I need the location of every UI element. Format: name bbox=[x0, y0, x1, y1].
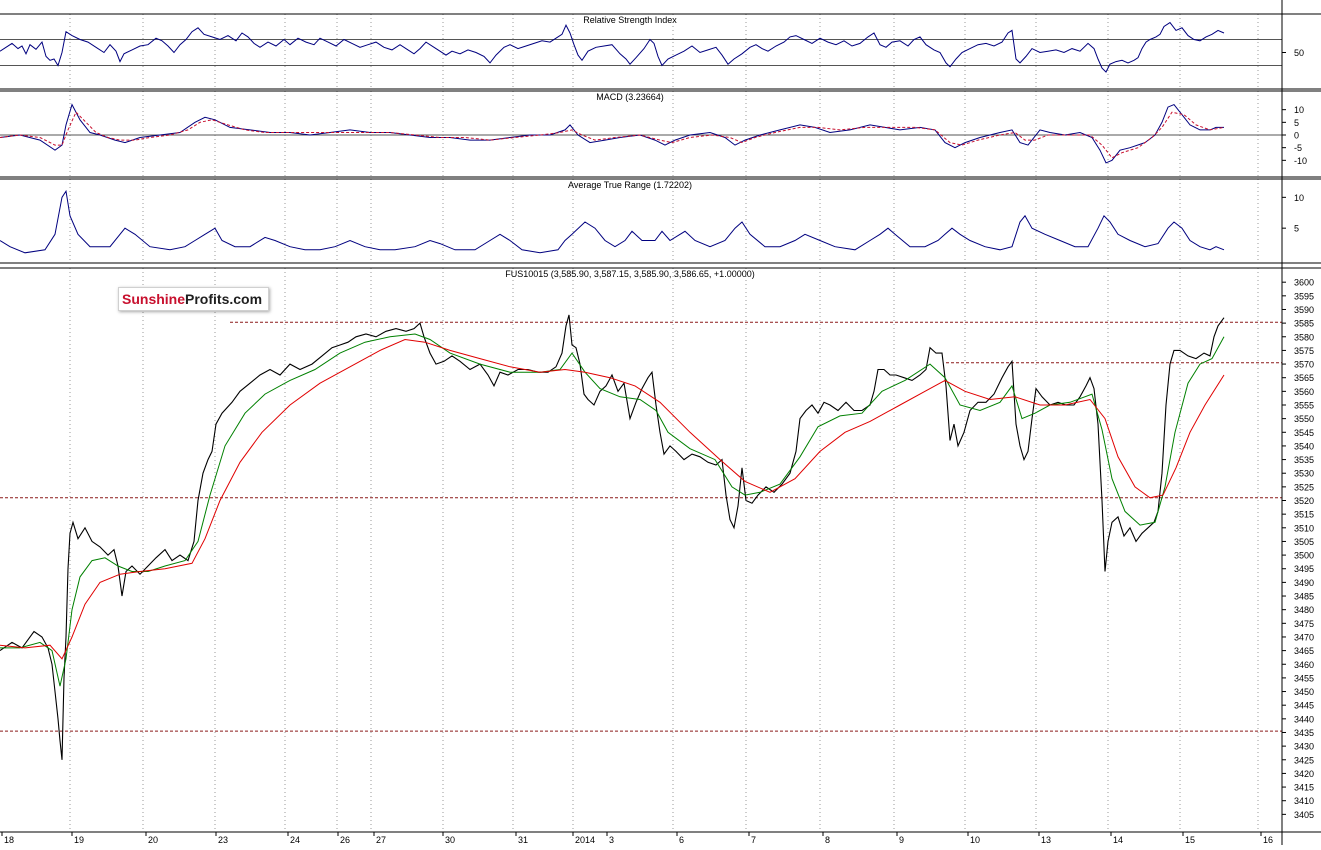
series-line-1 bbox=[0, 314, 1225, 760]
y-tick-label: 3510 bbox=[1294, 523, 1314, 533]
y-tick-label: 3430 bbox=[1294, 742, 1314, 752]
y-tick-label: 3490 bbox=[1294, 578, 1314, 588]
y-tick-label: 3410 bbox=[1294, 796, 1314, 806]
x-tick-label: 6 bbox=[679, 835, 684, 845]
y-tick-label: 3555 bbox=[1294, 400, 1314, 410]
y-tick-label: 3600 bbox=[1294, 278, 1314, 288]
x-tick-label: 13 bbox=[1041, 835, 1051, 845]
panel-title: Relative Strength Index bbox=[583, 15, 677, 25]
panel-title: FUS10015 (3,585.90, 3,587.15, 3,585.90, … bbox=[505, 269, 754, 279]
x-tick-label: 23 bbox=[218, 835, 228, 845]
x-tick-label: 16 bbox=[1263, 835, 1273, 845]
sunshine-profits-logo: Sunshine Profits.com bbox=[118, 287, 270, 311]
y-tick-label: 3420 bbox=[1294, 769, 1314, 779]
panel-title: MACD (3.23664) bbox=[596, 92, 664, 102]
x-tick-label: 31 bbox=[518, 835, 528, 845]
x-tick-label: 27 bbox=[376, 835, 386, 845]
x-tick-label: 9 bbox=[899, 835, 904, 845]
y-tick-label: 3465 bbox=[1294, 646, 1314, 656]
y-tick-label: -10 bbox=[1294, 156, 1307, 166]
y-tick-label: 10 bbox=[1294, 193, 1304, 203]
y-tick-label: 3575 bbox=[1294, 346, 1314, 356]
y-tick-label: 3445 bbox=[1294, 701, 1314, 711]
y-tick-label: 3515 bbox=[1294, 510, 1314, 520]
series-line-2 bbox=[0, 333, 1225, 687]
x-tick-label: 18 bbox=[4, 835, 14, 845]
panel-title: Average True Range (1.72202) bbox=[568, 180, 692, 190]
logo-text-sunshine: Sunshine bbox=[122, 291, 186, 307]
y-tick-label: -5 bbox=[1294, 143, 1302, 153]
y-tick-label: 3580 bbox=[1294, 332, 1314, 342]
y-tick-label: 3425 bbox=[1294, 755, 1314, 765]
y-tick-label: 3520 bbox=[1294, 496, 1314, 506]
y-tick-label: 3535 bbox=[1294, 455, 1314, 465]
series-line-1 bbox=[0, 21, 1225, 73]
x-tick-label: 7 bbox=[751, 835, 756, 845]
chart-root: 50 Relative Strength Index 10 5 0 -5 -10 MACD (… bbox=[0, 0, 1321, 845]
series-line-1 bbox=[0, 103, 1224, 164]
x-tick-label: 30 bbox=[445, 835, 455, 845]
y-tick-label: 3485 bbox=[1294, 592, 1314, 602]
y-tick-label: 3550 bbox=[1294, 414, 1314, 424]
x-tick-label: 26 bbox=[340, 835, 350, 845]
y-tick-label: 3545 bbox=[1294, 428, 1314, 438]
y-tick-label: 3405 bbox=[1294, 810, 1314, 820]
y-tick-label: 3435 bbox=[1294, 728, 1314, 738]
x-tick-label: 3 bbox=[609, 835, 614, 845]
y-tick-label: 3440 bbox=[1294, 714, 1314, 724]
y-tick-label: 3480 bbox=[1294, 605, 1314, 615]
y-tick-label: 3475 bbox=[1294, 619, 1314, 629]
series-line-3 bbox=[0, 338, 1225, 660]
x-tick-label: 14 bbox=[1113, 835, 1123, 845]
y-tick-label: 3585 bbox=[1294, 319, 1314, 329]
y-tick-label: 3505 bbox=[1294, 537, 1314, 547]
y-tick-label: 5 bbox=[1294, 224, 1299, 234]
y-tick-label: 5 bbox=[1294, 118, 1299, 128]
y-tick-label: 3570 bbox=[1294, 360, 1314, 370]
y-tick-label: 3455 bbox=[1294, 673, 1314, 683]
y-tick-label: 3525 bbox=[1294, 482, 1314, 492]
x-tick-label: 19 bbox=[74, 835, 84, 845]
x-tick-label: 8 bbox=[825, 835, 830, 845]
y-tick-label: 3530 bbox=[1294, 469, 1314, 479]
y-tick-label: 3595 bbox=[1294, 291, 1314, 301]
y-tick-label: 3470 bbox=[1294, 632, 1314, 642]
y-tick-label: 3540 bbox=[1294, 441, 1314, 451]
y-tick-label: 3450 bbox=[1294, 687, 1314, 697]
x-tick-label: 20 bbox=[148, 835, 158, 845]
x-tick-label: 24 bbox=[290, 835, 300, 845]
y-tick-label: 3500 bbox=[1294, 551, 1314, 561]
y-tick-label: 3590 bbox=[1294, 305, 1314, 315]
y-tick-label: 3565 bbox=[1294, 373, 1314, 383]
y-tick-label: 3560 bbox=[1294, 387, 1314, 397]
chart-svg: 50Relative Strength Index1050-5-10MACD (… bbox=[0, 0, 1321, 845]
y-tick-label: 3415 bbox=[1294, 783, 1314, 793]
logo-text-profits: Profits.com bbox=[185, 291, 263, 307]
y-tick-label: 50 bbox=[1294, 48, 1304, 58]
y-tick-label: 10 bbox=[1294, 105, 1304, 115]
x-tick-label: 2014 bbox=[575, 835, 595, 845]
x-tick-label: 15 bbox=[1185, 835, 1195, 845]
series-line-1 bbox=[0, 189, 1225, 254]
x-tick-label: 10 bbox=[970, 835, 980, 845]
y-tick-label: 3495 bbox=[1294, 564, 1314, 574]
y-tick-label: 3460 bbox=[1294, 660, 1314, 670]
y-tick-label: 0 bbox=[1294, 131, 1299, 141]
